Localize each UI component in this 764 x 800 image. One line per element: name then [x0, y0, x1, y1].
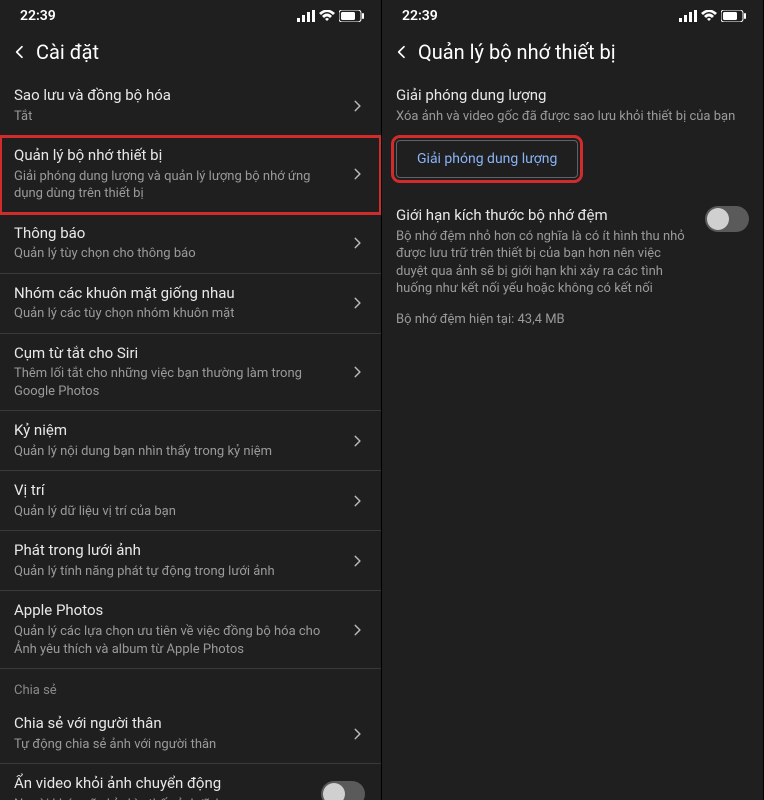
- cellular-icon: [297, 10, 315, 22]
- chevron-right-icon: [347, 362, 367, 382]
- free-space-block: Giải phóng dung lượng Xóa ảnh và video g…: [382, 76, 763, 132]
- status-time: 22:39: [20, 8, 56, 24]
- chevron-right-icon: [347, 293, 367, 313]
- battery-icon: [339, 10, 365, 22]
- row-title: Thông báo: [14, 224, 339, 244]
- row-sub: Tự động chia sẻ ảnh với người thân: [14, 736, 339, 754]
- settings-row[interactable]: Thông báoQuản lý tùy chọn cho thông báo: [0, 214, 381, 274]
- settings-row[interactable]: Phát trong lưới ảnh Quản lý tính năng phá…: [0, 531, 381, 591]
- row-title: Nhóm các khuôn mặt giống nhau: [14, 284, 339, 304]
- row-title: Quản lý bộ nhớ thiết bị: [14, 146, 339, 166]
- chevron-right-icon: [347, 431, 367, 451]
- storage-screen: 22:39 Quản lý bộ nhớ thiết bị Giải phóng…: [382, 0, 764, 800]
- chevron-right-icon: [347, 491, 367, 511]
- page-title: Quản lý bộ nhớ thiết bị: [418, 40, 616, 64]
- header: Quản lý bộ nhớ thiết bị: [382, 28, 763, 76]
- row-sub: Quản lý tính năng phát tự động trong lướ…: [14, 563, 339, 581]
- chevron-right-icon: [347, 724, 367, 744]
- status-time: 22:39: [402, 8, 438, 24]
- settings-screen: 22:39 Cài đặt Sao lưu và đồng bộ hóa Tắt Q…: [0, 0, 382, 800]
- toggle[interactable]: [321, 781, 365, 800]
- wifi-icon: [319, 10, 335, 22]
- settings-row[interactable]: Cụm từ tắt cho SiriThêm lối tắt cho nhữn…: [0, 334, 381, 412]
- free-space-sub: Xóa ảnh và video gốc đã được sao lưu khỏ…: [396, 108, 749, 126]
- row-title: Vị trí: [14, 481, 339, 501]
- settings-row[interactable]: Quản lý bộ nhớ thiết bịGiải phóng dung l…: [0, 136, 381, 214]
- cache-limit-block: Giới hạn kích thước bộ nhớ đệm Bộ nhớ đệ…: [382, 192, 763, 302]
- chevron-right-icon: [347, 620, 367, 640]
- status-bar: 22:39: [382, 0, 763, 28]
- settings-row[interactable]: Vị trí Quản lý dữ liệu vị trí của bạn: [0, 471, 381, 531]
- row-title: Cụm từ tắt cho Siri: [14, 344, 339, 364]
- back-icon[interactable]: [390, 40, 414, 64]
- row-sub: Quản lý dữ liệu vị trí của bạn: [14, 503, 339, 521]
- row-sub: Thêm lối tắt cho những việc bạn thường l…: [14, 365, 339, 400]
- cache-limit-title: Giới hạn kích thước bộ nhớ đệm: [396, 206, 695, 224]
- page-title: Cài đặt: [36, 40, 99, 64]
- row-sub: Người khác sẽ chỉ nhìn thấy ảnh tĩnh: [14, 796, 313, 800]
- status-bar: 22:39: [0, 0, 381, 28]
- chevron-right-icon: [347, 551, 367, 571]
- row-title: Apple Photos: [14, 601, 339, 621]
- settings-row[interactable]: Kỷ niệm Quản lý nội dung bạn nhìn thấy tr…: [0, 411, 381, 471]
- row-title: Ẩn video khỏi ảnh chuyển động: [14, 774, 313, 794]
- cache-current: Bộ nhớ đệm hiện tại: 43,4 MB: [382, 302, 763, 337]
- cache-limit-toggle[interactable]: [705, 206, 749, 232]
- section-label-share: Chia sẻ: [0, 669, 381, 704]
- status-indicators: [297, 10, 365, 22]
- header: Cài đặt: [0, 28, 381, 76]
- settings-list[interactable]: Sao lưu và đồng bộ hóa Tắt Quản lý bộ nhớ …: [0, 76, 381, 800]
- settings-row[interactable]: Sao lưu và đồng bộ hóa Tắt: [0, 76, 381, 136]
- cellular-icon: [679, 10, 697, 22]
- chevron-right-icon: [347, 164, 367, 184]
- row-title: Kỷ niệm: [14, 421, 339, 441]
- chevron-right-icon: [347, 233, 367, 253]
- row-sub: Quản lý các lựa chọn ưu tiên về việc đồn…: [14, 623, 339, 658]
- settings-row[interactable]: Apple PhotosQuản lý các lựa chọn ưu tiên…: [0, 591, 381, 669]
- share-row[interactable]: Chia sẻ với người thân Tự động chia sẻ ản…: [0, 704, 381, 764]
- battery-icon: [721, 10, 747, 22]
- settings-row[interactable]: Nhóm các khuôn mặt giống nhauQuản lý các…: [0, 274, 381, 334]
- row-sub: Giải phóng dung lượng và quản lý lượng b…: [14, 168, 339, 203]
- row-sub: Tắt: [14, 108, 339, 126]
- wifi-icon: [701, 10, 717, 22]
- row-title: Phát trong lưới ảnh: [14, 541, 339, 561]
- cache-limit-sub: Bộ nhớ đệm nhỏ hơn có nghĩa là có ít hìn…: [396, 228, 695, 298]
- row-sub: Quản lý các tùy chọn nhóm khuôn mặt: [14, 305, 339, 323]
- free-space-button[interactable]: Giải phóng dung lượng: [396, 140, 578, 178]
- row-title: Chia sẻ với người thân: [14, 714, 339, 734]
- share-row[interactable]: Ẩn video khỏi ảnh chuyển động Người khác …: [0, 764, 381, 800]
- row-sub: Quản lý tùy chọn cho thông báo: [14, 245, 339, 263]
- status-indicators: [679, 10, 747, 22]
- back-icon[interactable]: [8, 40, 32, 64]
- row-sub: Quản lý nội dung bạn nhìn thấy trong kỷ …: [14, 443, 339, 461]
- row-title: Sao lưu và đồng bộ hóa: [14, 86, 339, 106]
- chevron-right-icon: [347, 96, 367, 116]
- free-space-title: Giải phóng dung lượng: [396, 86, 749, 104]
